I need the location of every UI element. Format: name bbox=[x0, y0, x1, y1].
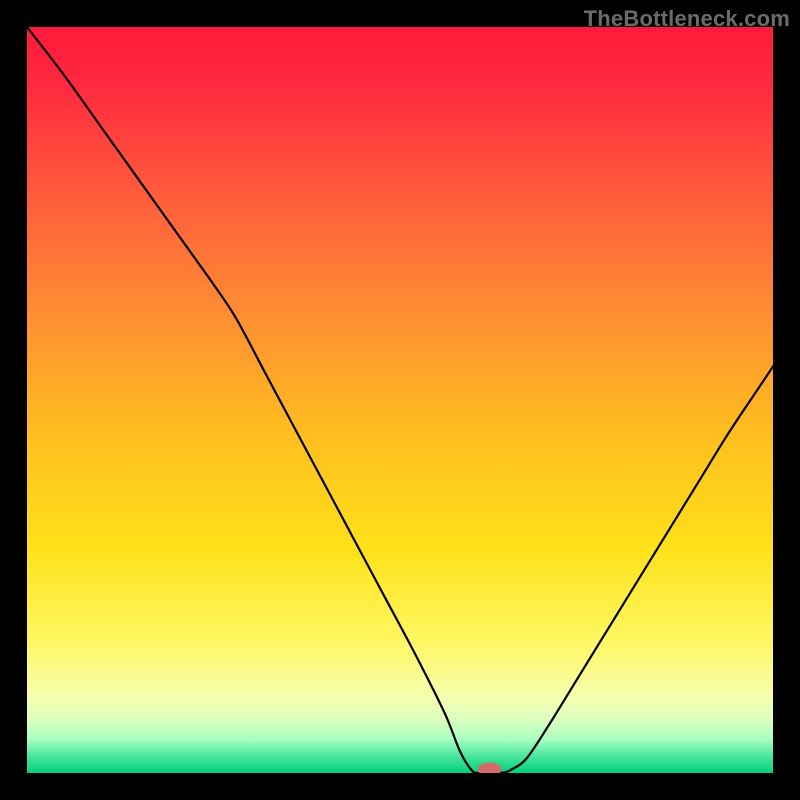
chart-container: TheBottleneck.com bbox=[0, 0, 800, 800]
plot-area bbox=[27, 27, 773, 773]
chart-svg bbox=[27, 27, 773, 773]
gradient-background bbox=[27, 27, 773, 773]
